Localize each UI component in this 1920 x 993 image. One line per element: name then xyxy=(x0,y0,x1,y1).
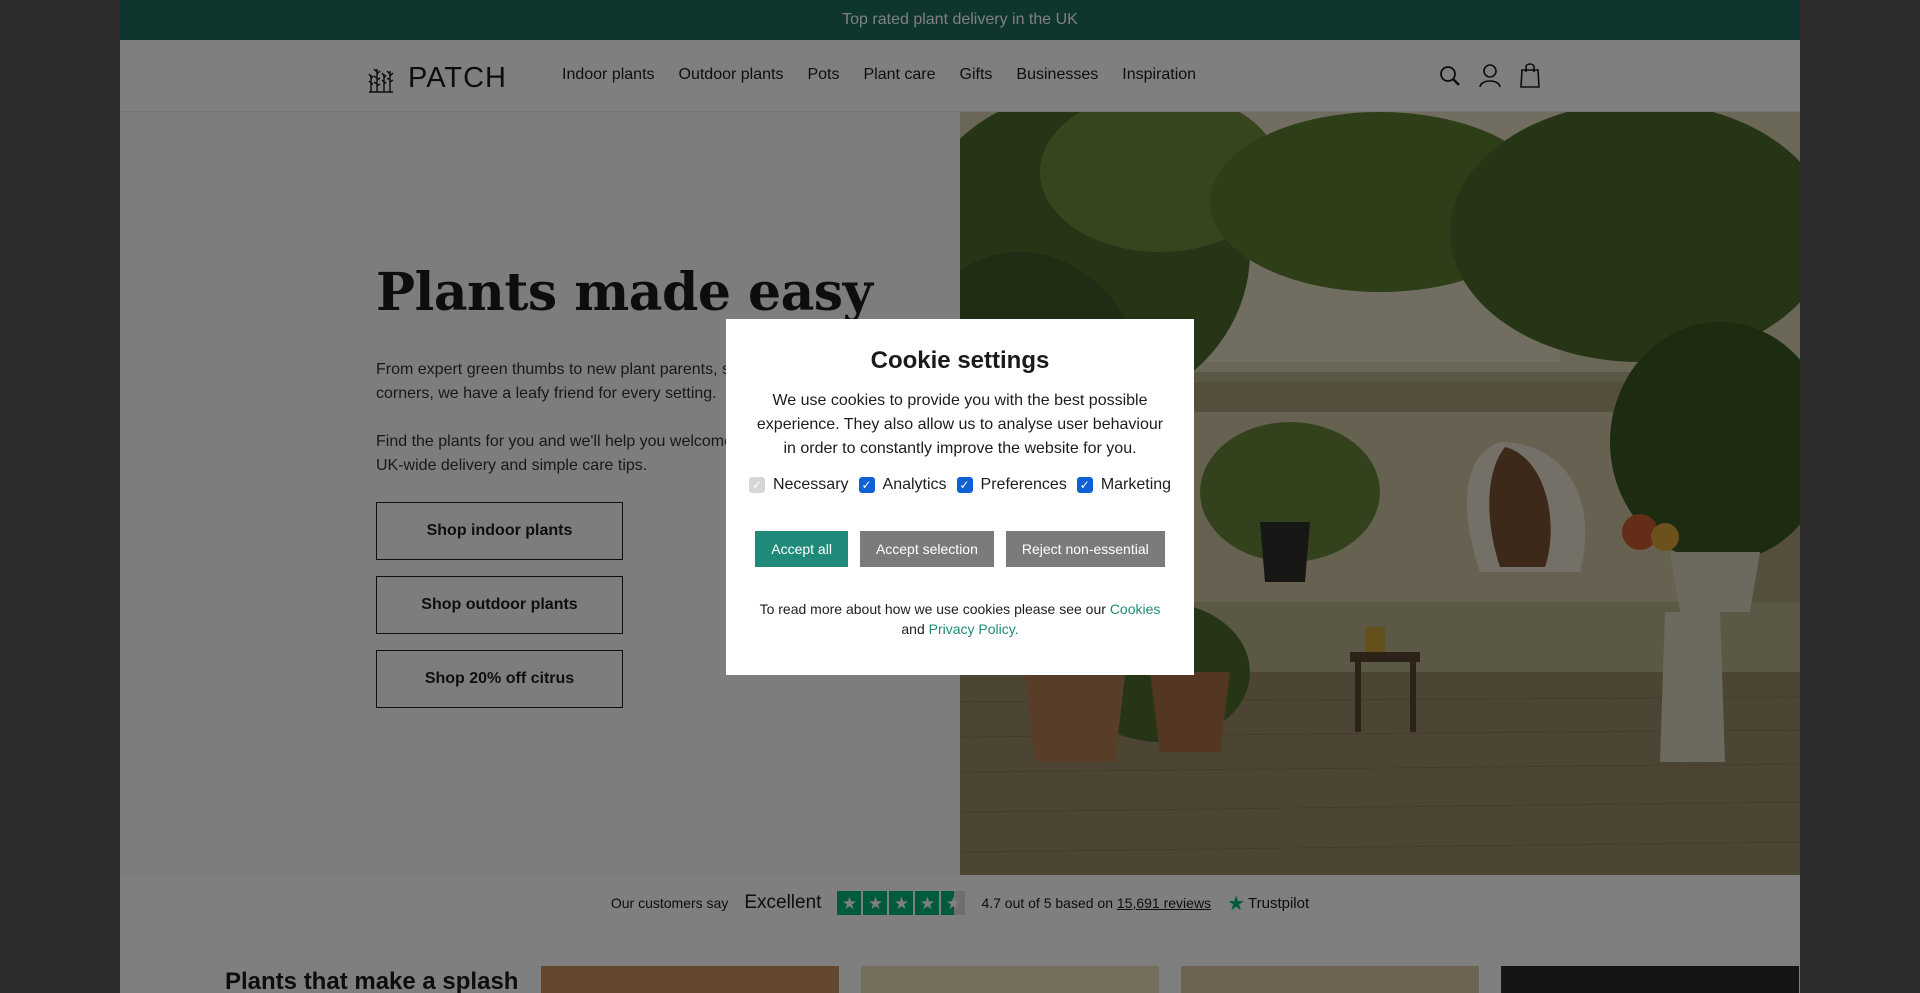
marketing-checkbox[interactable]: ✓ xyxy=(1076,477,1093,493)
accept-selection-button[interactable]: Accept selection xyxy=(859,531,994,567)
necessary-label: Necessary xyxy=(772,476,849,493)
analytics-checkbox[interactable]: ✓ xyxy=(858,477,875,493)
accept-all-button[interactable]: Accept all xyxy=(755,531,848,567)
cookie-dialog-text: We use cookies to provide you with the b… xyxy=(756,392,1164,457)
cookie-option-preferences[interactable]: ✓ Preferences xyxy=(956,476,1067,494)
marketing-label: Marketing xyxy=(1100,476,1172,493)
necessary-checkbox: ✓ xyxy=(748,477,765,493)
cookie-options: ✓ Necessary ✓ Analytics ✓ Preferences ✓ … xyxy=(726,476,1194,494)
preferences-label: Preferences xyxy=(980,476,1067,493)
reject-non-essential-button[interactable]: Reject non-essential xyxy=(1005,531,1165,567)
cookies-link[interactable]: Cookies xyxy=(1110,601,1161,617)
cookie-option-marketing[interactable]: ✓ Marketing xyxy=(1076,476,1172,494)
analytics-label: Analytics xyxy=(882,476,947,493)
privacy-policy-link[interactable]: Privacy Policy. xyxy=(929,621,1019,637)
cookie-option-necessary: ✓ Necessary xyxy=(748,476,849,494)
cookie-dialog-title: Cookie settings xyxy=(870,347,1050,374)
cookie-dialog: Cookie settings We use cookies to provid… xyxy=(726,319,1194,675)
cookie-footer-text: To read more about how we use cookies pl… xyxy=(759,601,1106,617)
cookie-dialog-footer: To read more about how we use cookies pl… xyxy=(750,599,1170,639)
cookie-actions: Accept all Accept selection Reject non-e… xyxy=(726,531,1194,567)
cookie-footer-and: and xyxy=(901,621,925,637)
preferences-checkbox[interactable]: ✓ xyxy=(956,477,973,493)
cookie-option-analytics[interactable]: ✓ Analytics xyxy=(858,476,947,494)
